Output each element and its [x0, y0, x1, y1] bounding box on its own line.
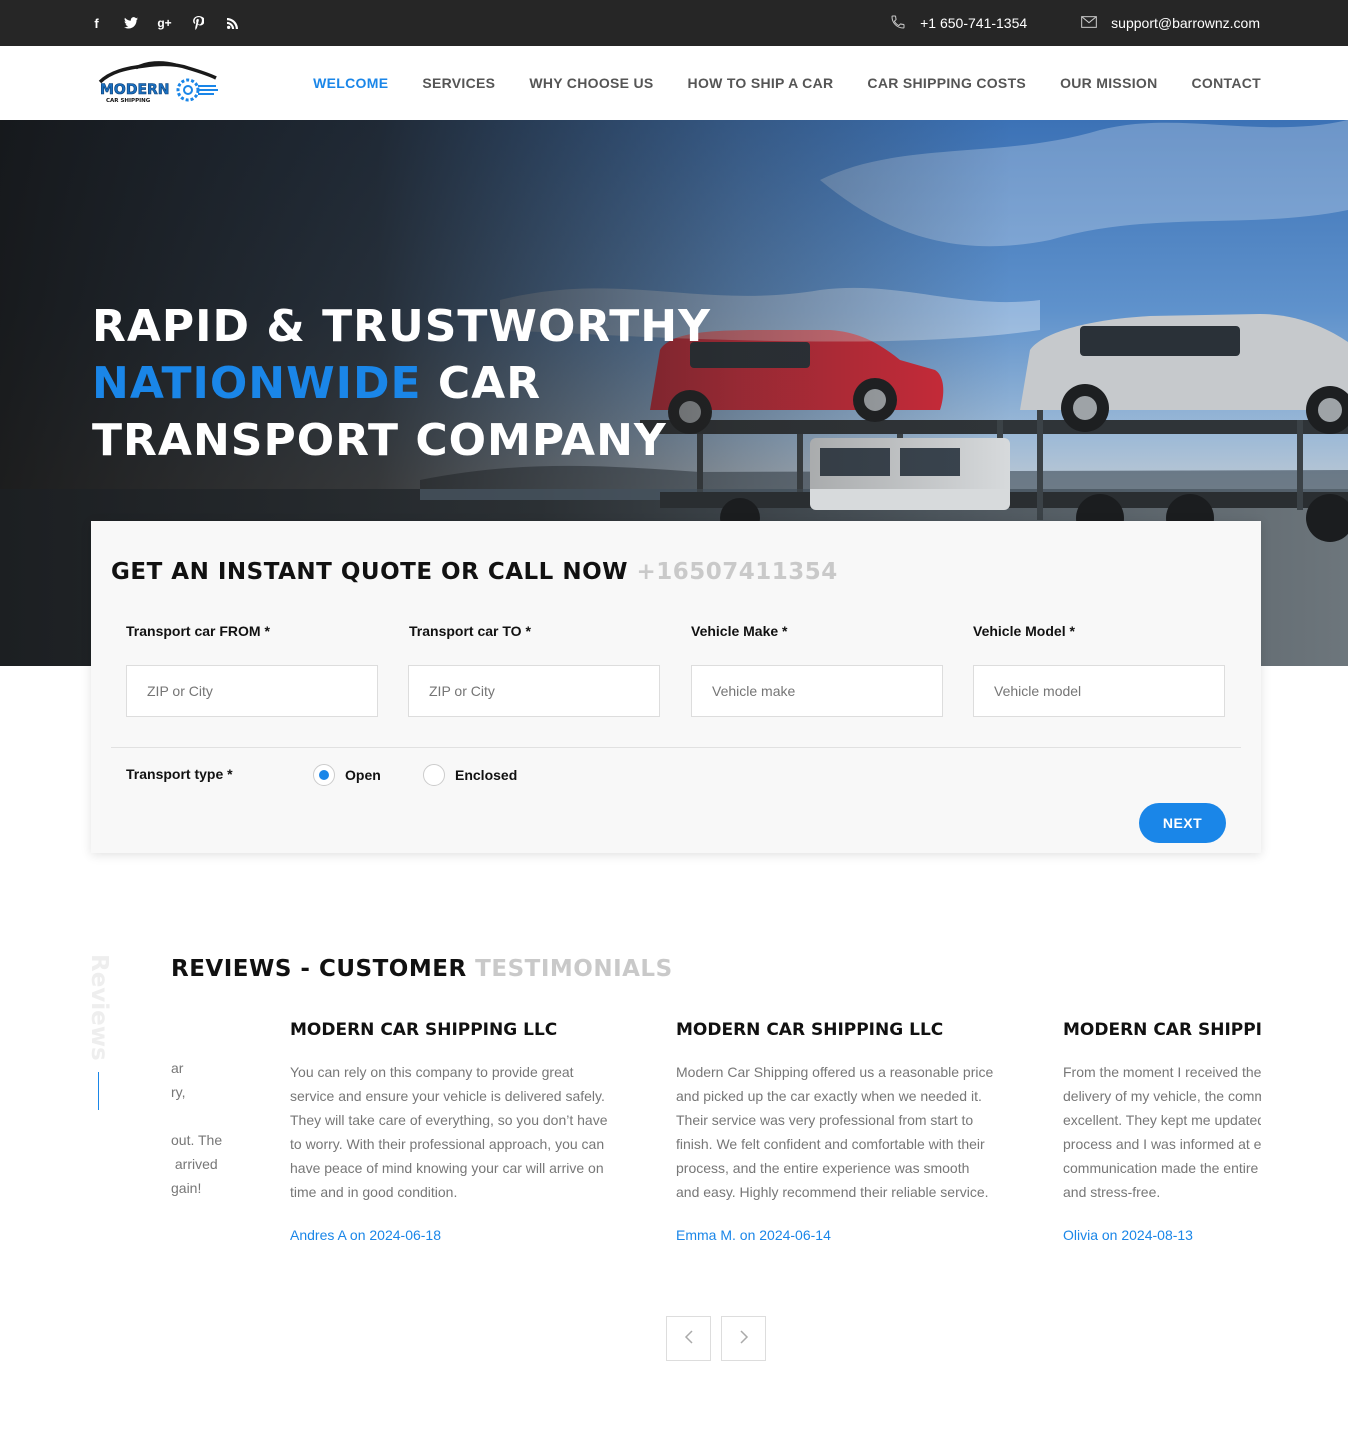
radio-open-dot[interactable] [313, 764, 335, 786]
nav-contact[interactable]: CONTACT [1192, 75, 1262, 91]
reviews-side-label: Reviews [86, 954, 112, 1064]
svg-text:CAR SHIPPING: CAR SHIPPING [106, 98, 151, 104]
to-label: Transport car TO * [409, 623, 531, 639]
nav-how-to-ship[interactable]: HOW TO SHIP A CAR [688, 75, 834, 91]
quote-heading-text: GET AN INSTANT QUOTE OR CALL NOW [111, 559, 637, 585]
social-links: f g+ [88, 0, 241, 46]
hero-line-2-rest: CAR [421, 358, 542, 409]
review-text: From the moment I received the quote, pi… [1063, 1064, 1261, 1200]
nav-welcome[interactable]: WELCOME [313, 75, 388, 91]
review-text: Modern Car Shipping offered us a reasona… [676, 1064, 994, 1200]
review-author[interactable]: Olivia on 2024-08-13 [1063, 1227, 1261, 1243]
reviews-carousel: ar ry, out. The arrived gain! MODERN CAR… [171, 1010, 1261, 1290]
carousel-next-button[interactable] [721, 1316, 766, 1361]
radio-open[interactable]: Open [313, 764, 381, 786]
hero-line-3: TRANSPORT COMPANY [92, 415, 667, 466]
vehicle-make-input[interactable] [691, 665, 943, 717]
from-input[interactable] [126, 665, 378, 717]
hero-accent-word: NATIONWIDE [92, 358, 422, 409]
envelope-icon [1081, 15, 1098, 31]
form-divider [111, 747, 1241, 748]
google-plus-icon[interactable]: g+ [156, 15, 173, 32]
review-card: MODERN CAR SHIPPING LLC From the moment … [1063, 1010, 1261, 1243]
top-contact: +1 650-741-1354 support@barrownz.com [890, 0, 1260, 46]
review-title: MODERN CAR SHIPPING LLC [1063, 1020, 1261, 1040]
top-phone-text: +1 650-741-1354 [920, 15, 1028, 31]
reviews-side-text: Reviews [86, 954, 112, 1061]
chevron-left-icon [684, 1328, 694, 1349]
review-title: MODERN CAR SHIPPING LLC [290, 1020, 558, 1040]
radio-enclosed-dot[interactable] [423, 764, 445, 786]
transport-type-label: Transport type * [126, 766, 233, 782]
quote-heading: GET AN INSTANT QUOTE OR CALL NOW +165074… [111, 559, 838, 585]
nav-why-choose-us[interactable]: WHY CHOOSE US [529, 75, 653, 91]
nav-services[interactable]: SERVICES [422, 75, 495, 91]
radio-enclosed-label: Enclosed [455, 767, 518, 783]
pinterest-icon[interactable] [190, 15, 207, 32]
chevron-right-icon [739, 1328, 749, 1349]
reviews-heading: REVIEWS - CUSTOMER TESTIMONIALS [171, 956, 673, 982]
radio-open-label: Open [345, 767, 381, 783]
review-card: MODERN CAR SHIPPING LLC You can rely on … [290, 1010, 610, 1243]
review-author[interactable]: Emma M. on 2024-06-14 [676, 1227, 996, 1243]
top-email[interactable]: support@barrownz.com [1081, 15, 1260, 31]
from-label: Transport car FROM * [126, 623, 270, 639]
rss-icon[interactable] [224, 15, 241, 32]
review-card: MODERN CAR SHIPPING LLC Modern Car Shipp… [676, 1010, 996, 1243]
reviews-accent-line [98, 1072, 99, 1110]
carousel-prev-button[interactable] [666, 1316, 711, 1361]
nav-our-mission[interactable]: OUR MISSION [1060, 75, 1157, 91]
reviews-heading-dark: REVIEWS - CUSTOMER [171, 956, 476, 982]
review-title: MODERN CAR SHIPPING LLC [676, 1020, 944, 1040]
twitter-icon[interactable] [122, 15, 139, 32]
vehicle-make-label: Vehicle Make * [691, 623, 788, 639]
reviews-heading-gray: TESTIMONIALS [475, 956, 673, 982]
review-author[interactable]: Andres A on 2024-06-18 [290, 1227, 610, 1243]
facebook-icon[interactable]: f [88, 15, 105, 32]
quote-phone[interactable]: +16507411354 [637, 559, 838, 585]
vehicle-model-label: Vehicle Model * [973, 623, 1075, 639]
top-bar: f g+ +1 650-741-1354 support@barrownz.co… [0, 0, 1348, 46]
hero-title: RAPID & TRUSTWORTHY NATIONWIDE CAR TRANS… [92, 298, 711, 469]
top-email-text: support@barrownz.com [1111, 15, 1260, 31]
review-text: You can rely on this company to provide … [290, 1064, 608, 1200]
site-header: MODERN CAR SHIPPING WELCOME SERVICES WHY… [0, 46, 1348, 120]
hero-line-1: RAPID & TRUSTWORTHY [92, 301, 711, 352]
nav-shipping-costs[interactable]: CAR SHIPPING COSTS [867, 75, 1026, 91]
to-input[interactable] [408, 665, 660, 717]
svg-text:MODERN: MODERN [100, 82, 170, 98]
review-partial-left: ar ry, out. The arrived gain! [171, 1060, 223, 1196]
vehicle-model-input[interactable] [973, 665, 1225, 717]
radio-enclosed[interactable]: Enclosed [423, 764, 517, 786]
next-button[interactable]: NEXT [1139, 803, 1226, 843]
site-logo[interactable]: MODERN CAR SHIPPING [96, 60, 220, 106]
phone-icon [890, 14, 906, 33]
top-phone[interactable]: +1 650-741-1354 [890, 14, 1027, 33]
quote-form: GET AN INSTANT QUOTE OR CALL NOW +165074… [91, 521, 1261, 853]
main-nav: WELCOME SERVICES WHY CHOOSE US HOW TO SH… [313, 46, 1261, 120]
